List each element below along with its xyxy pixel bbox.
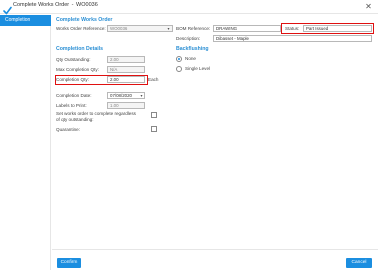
max-completion-qty-field: N/A <box>107 66 145 73</box>
status-label: Status: <box>285 26 300 31</box>
max-completion-qty-label: Max Completion Qty: <box>56 67 99 72</box>
chevron-down-icon[interactable]: ▾ <box>165 26 172 31</box>
title-separator: - <box>71 2 74 8</box>
calendar-dropdown-icon[interactable]: ▾ <box>139 93 144 98</box>
bom-ref-field[interactable]: DRAWING <box>213 25 281 32</box>
status-field: Part Issued <box>303 25 372 32</box>
window-title: Complete Works Order - WO0036 <box>13 2 98 8</box>
backflush-single-level-label: Single Level <box>185 66 211 71</box>
qty-outstanding-field: 2.00 <box>107 56 145 63</box>
description-label: Description: <box>176 36 201 41</box>
dialog-footer: Confirm Cancel <box>52 249 378 270</box>
quarantine-checkbox[interactable] <box>151 126 157 132</box>
page-header: Complete Works Order <box>56 17 113 23</box>
completion-qty-field[interactable]: 2.00 <box>107 76 145 83</box>
works-order-ref-value: WO0036 <box>110 26 128 31</box>
set-complete-checkbox[interactable] <box>151 112 157 118</box>
sidebar: Completion <box>0 15 51 270</box>
set-complete-label: Set works order to complete regardless o… <box>56 111 136 122</box>
window-title-text: Complete Works Order <box>13 2 70 8</box>
works-order-ref-field[interactable]: WO0036 ▾ <box>107 25 173 32</box>
cancel-button[interactable]: Cancel <box>346 258 372 268</box>
backflush-single-level-radio[interactable] <box>176 66 182 72</box>
window-titlebar: Complete Works Order - WO0036 ✕ <box>0 0 378 15</box>
completion-date-label: Completion Date: <box>56 93 92 98</box>
description-field[interactable]: Dibasset - Maple <box>213 35 372 42</box>
backflush-none-label: None <box>185 56 196 61</box>
completion-qty-unit: Each <box>148 77 159 82</box>
backflushing-header: Backflushing <box>176 46 209 52</box>
labels-to-print-label: Labels to Print: <box>56 103 87 108</box>
backflush-none-radio[interactable] <box>176 56 182 62</box>
completion-details-header: Completion Details <box>56 46 103 52</box>
bom-ref-label: BOM Reference: <box>176 26 211 31</box>
confirm-button[interactable]: Confirm <box>57 258 81 268</box>
check-flag-icon <box>3 2 12 15</box>
close-icon[interactable]: ✕ <box>363 1 374 12</box>
works-order-number: WO0036 <box>76 2 98 8</box>
sidebar-item-completion[interactable]: Completion <box>0 15 51 26</box>
works-order-ref-label: Works Order Reference: <box>56 26 106 31</box>
quarantine-label: Quarantine: <box>56 127 81 132</box>
qty-outstanding-label: Qty Outstanding: <box>56 57 91 62</box>
main-content: Complete Works Order Works Order Referen… <box>52 15 378 270</box>
completion-date-value: 07/08/2020 <box>110 93 132 98</box>
labels-to-print-field[interactable]: 1.00 <box>107 102 145 109</box>
completion-date-field[interactable]: 07/08/2020 ▾ <box>107 92 145 99</box>
completion-qty-label: Completion Qty: <box>56 77 89 82</box>
